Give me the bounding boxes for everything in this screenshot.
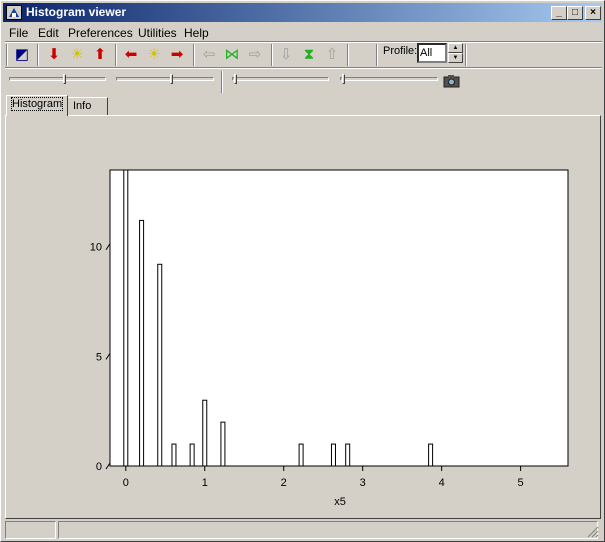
close-button[interactable]: ×: [585, 6, 601, 20]
x-tick-label: 1: [202, 477, 208, 489]
tab-info-label: Info: [73, 100, 92, 112]
arrow-right-red-icon[interactable]: ➡: [167, 45, 187, 65]
x-axis-label: x5: [334, 496, 346, 508]
histogram-bar: [157, 263, 163, 467]
slider-4[interactable]: [340, 74, 438, 84]
menu-file[interactable]: File: [9, 26, 28, 40]
slider-1-thumb[interactable]: [63, 74, 66, 84]
toolbar-separator: [376, 44, 378, 66]
toolbar-separator: [193, 44, 195, 66]
slider-3-thumb[interactable]: [234, 74, 237, 84]
toolbar-separator: [347, 44, 349, 66]
x-tick-label: 5: [518, 477, 524, 489]
y-tick-mark: [105, 243, 111, 251]
menu-preferences[interactable]: Preferences: [68, 26, 133, 40]
histogram-bar: [202, 399, 208, 467]
status-bar: [3, 520, 602, 540]
arrow-left-red-icon[interactable]: ⬅: [121, 45, 141, 65]
camera-icon[interactable]: [443, 74, 460, 88]
y-tick-label: 10: [90, 242, 102, 254]
profile-spin-up-icon[interactable]: ▲: [448, 43, 463, 53]
histogram-bar: [428, 443, 434, 467]
toolbar-separator: [271, 44, 273, 66]
slider-3[interactable]: [232, 74, 329, 84]
histogram-bar: [189, 443, 195, 467]
tab-info[interactable]: Info: [67, 97, 108, 115]
toolbar-separator: [6, 44, 8, 66]
slider-1[interactable]: [9, 74, 106, 84]
menu-utilities[interactable]: Utilities: [138, 26, 177, 40]
y-tick-mark: [105, 353, 111, 360]
slider-2[interactable]: [116, 74, 214, 84]
arrow-up-red-icon[interactable]: ⬆: [90, 45, 110, 65]
profile-label: Profile:: [383, 45, 418, 57]
slider-2-thumb[interactable]: [170, 74, 173, 84]
resize-grip-icon[interactable]: [587, 526, 599, 538]
menu-help[interactable]: Help: [184, 26, 209, 40]
menu-edit[interactable]: Edit: [38, 26, 59, 40]
arrow-down-red-icon[interactable]: ⬇: [44, 45, 64, 65]
toolbar-separator: [37, 44, 39, 66]
histogram-bar: [220, 421, 226, 467]
toolbar-separator: [465, 44, 467, 66]
arrow-up-disabled-icon[interactable]: ⇧: [322, 45, 342, 65]
fit-vertical-icon[interactable]: ⧗: [299, 45, 319, 65]
histogram-chart: 0 1 2 3 4 5 0 5 10 x5: [90, 169, 569, 508]
toolbar-separator: [221, 71, 223, 93]
histogram-bar: [298, 443, 304, 467]
arrow-down-disabled-icon[interactable]: ⇩: [276, 45, 296, 65]
maximize-button[interactable]: □: [567, 6, 583, 20]
histogram-bar: [171, 443, 177, 467]
histogram-bar: [123, 169, 129, 467]
histogram-viewer-window: Histogram viewer _ □ × File Edit Prefere…: [0, 0, 605, 542]
minimize-button[interactable]: _: [551, 6, 567, 20]
x-tick-label: 3: [360, 477, 366, 489]
x-tick-label: 0: [123, 477, 129, 489]
sun-icon[interactable]: ☀: [67, 45, 87, 65]
x-tick-label: 2: [281, 477, 287, 489]
y-tick-label: 0: [96, 461, 102, 473]
x-tick-label: 4: [439, 477, 445, 489]
arrow-right-disabled-icon[interactable]: ⇨: [245, 45, 265, 65]
app-icon: [6, 5, 22, 20]
slider-toolbar: [3, 69, 602, 95]
menu-bar: File Edit Preferences Utilities Help: [3, 24, 602, 42]
profile-input[interactable]: All: [417, 43, 447, 63]
tab-histogram[interactable]: Histogram: [6, 95, 69, 116]
y-tick-mark: [105, 462, 111, 470]
fit-horizontal-icon[interactable]: ⋈: [222, 45, 242, 65]
sun-icon[interactable]: ☀: [144, 45, 164, 65]
y-tick-label: 5: [96, 351, 102, 363]
new-window-icon[interactable]: ◩: [12, 45, 32, 65]
window-title: Histogram viewer: [26, 5, 127, 19]
status-pane-1: [5, 521, 56, 539]
title-bar[interactable]: Histogram viewer _ □ ×: [3, 3, 602, 22]
arrow-left-disabled-icon[interactable]: ⇦: [199, 45, 219, 65]
profile-spin-down-icon[interactable]: ▼: [448, 53, 463, 63]
histogram-panel: 0 1 2 3 4 5 0 5 10 x5: [5, 115, 601, 519]
tab-histogram-label: Histogram: [10, 97, 64, 111]
histogram-bar: [139, 219, 145, 467]
toolbar-separator: [115, 44, 117, 66]
histogram-bar: [330, 443, 336, 467]
status-pane-2: [58, 521, 598, 539]
main-toolbar: ◩ ⬇ ☀ ⬆ ⬅ ☀ ➡ ⇦ ⋈ ⇨ ⇩ ⧗ ⇧ Profile: All ▲…: [3, 42, 602, 68]
plot-area: [109, 169, 569, 467]
histogram-bar: [345, 443, 351, 467]
slider-4-thumb[interactable]: [342, 74, 345, 84]
